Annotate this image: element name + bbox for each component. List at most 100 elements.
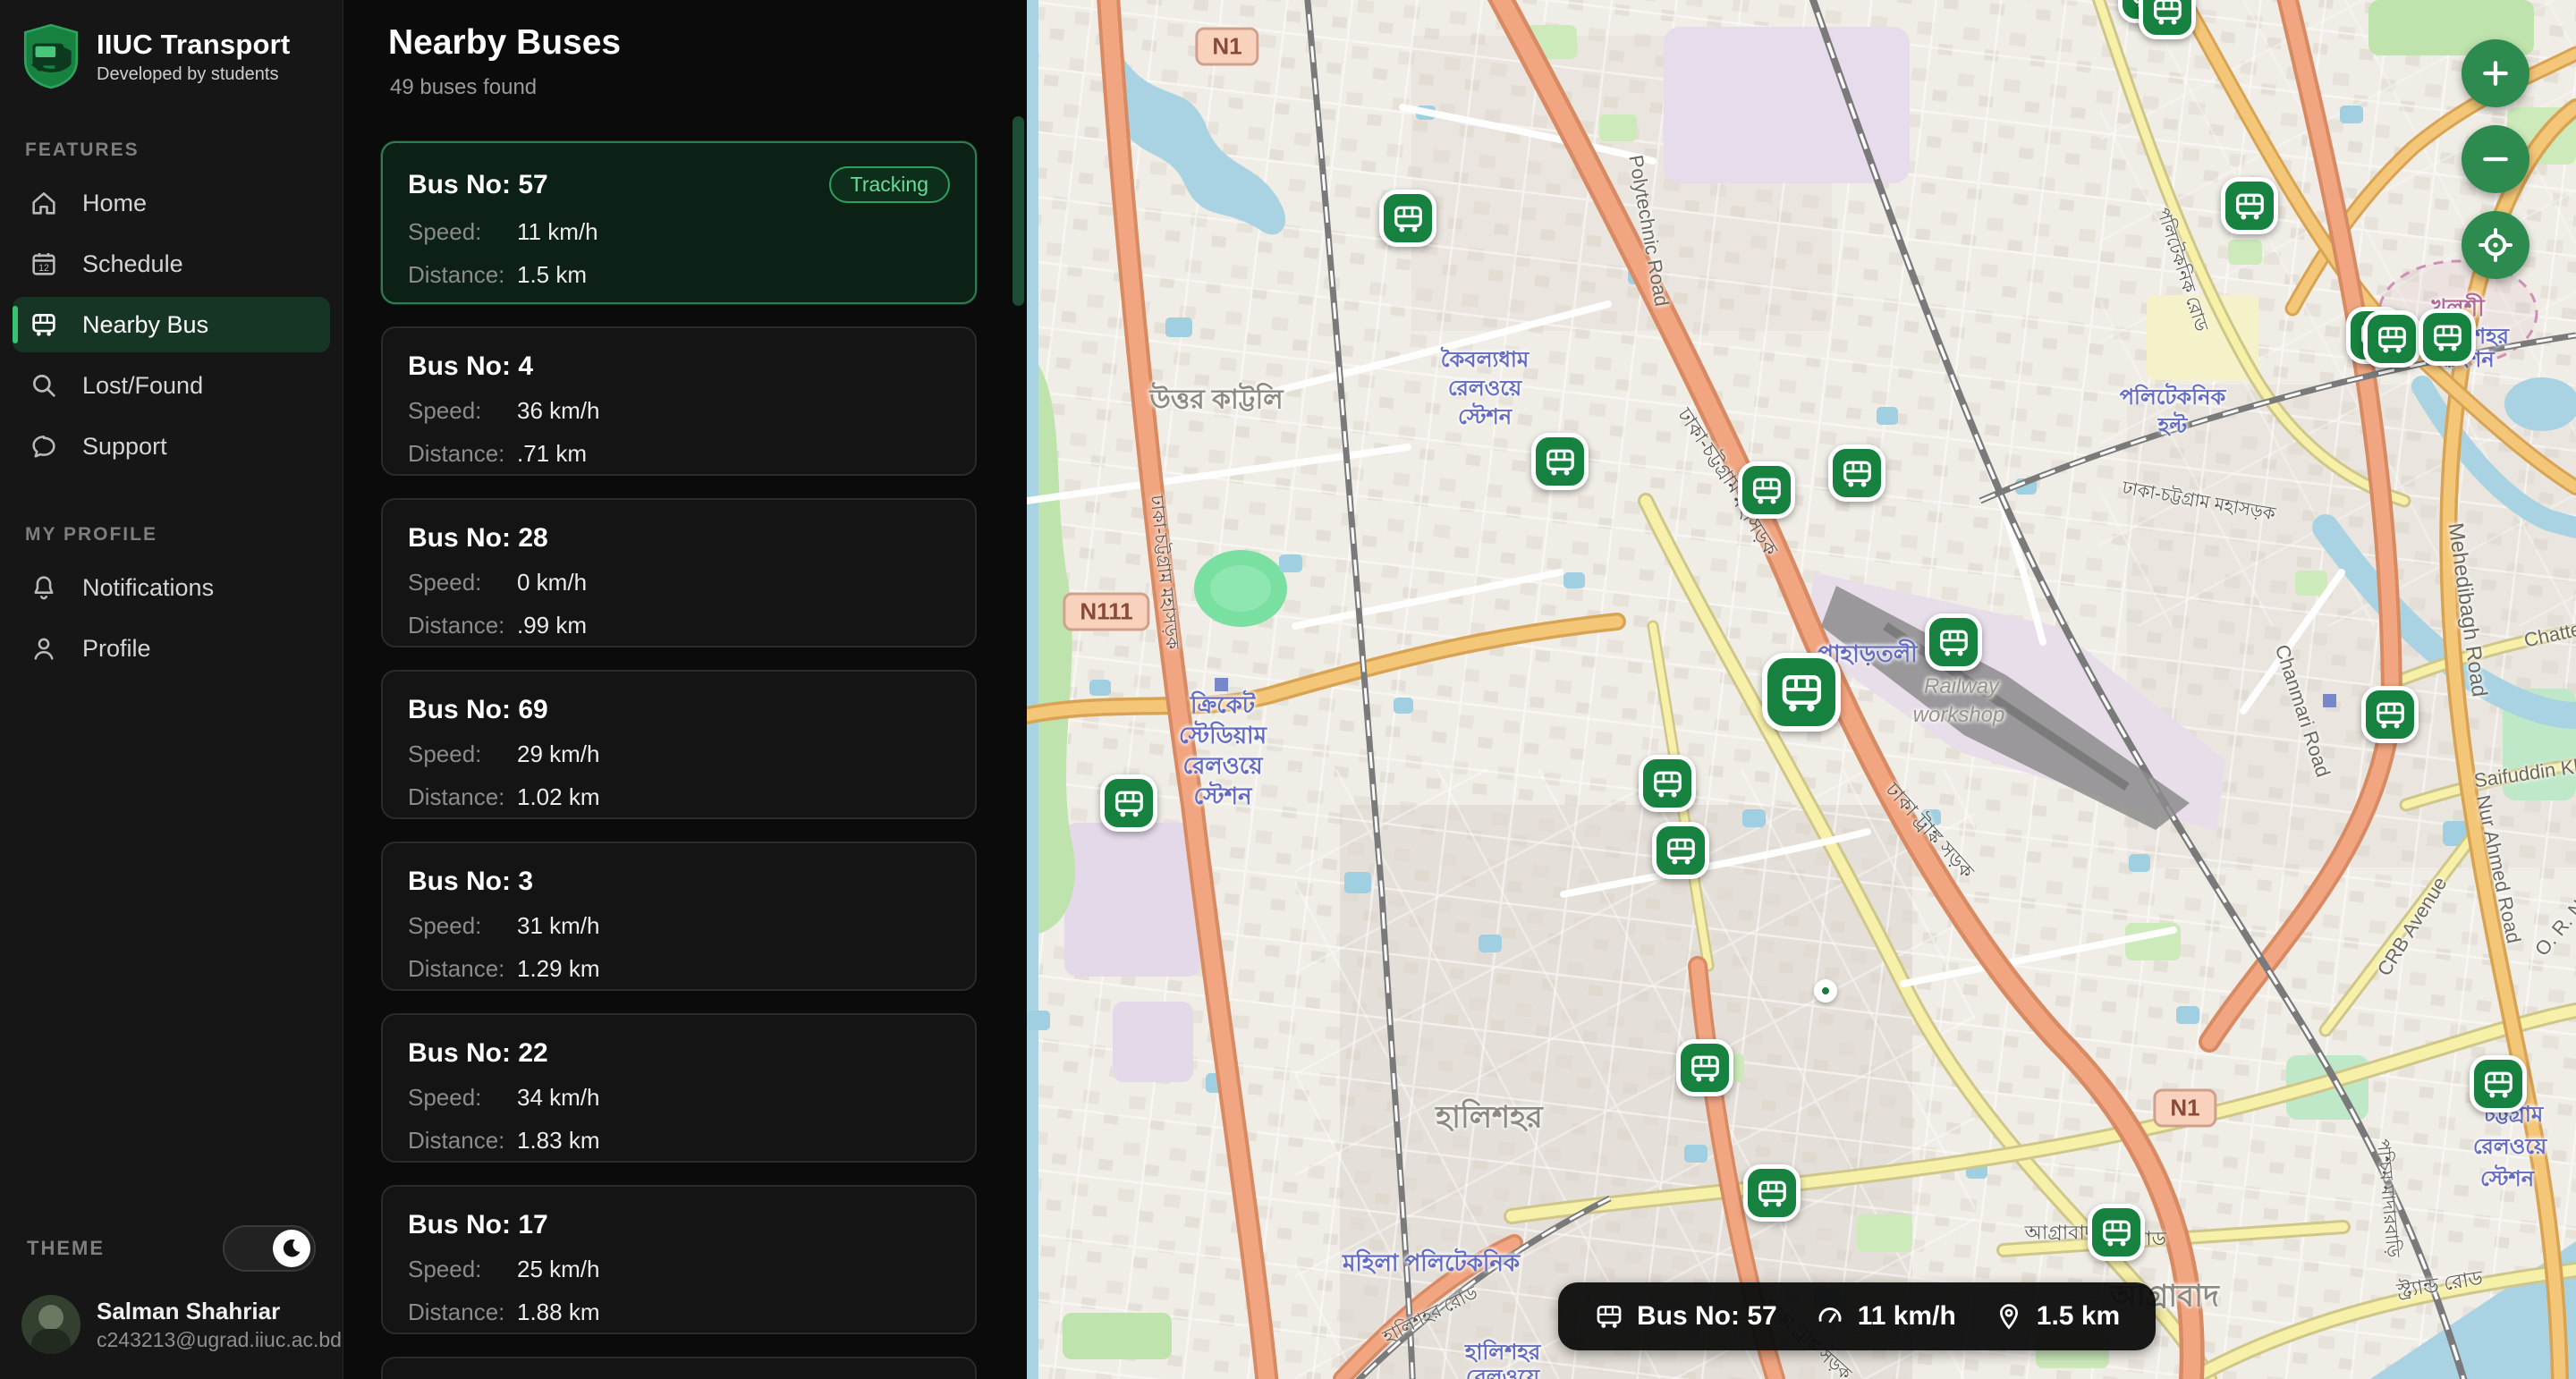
locate-icon (2478, 227, 2513, 263)
distance-label: Distance: (408, 612, 517, 639)
bus-marker[interactable] (2361, 686, 2419, 743)
sidebar-item-support[interactable]: Support (13, 419, 330, 474)
sidebar-item-notifications[interactable]: Notifications (13, 560, 330, 615)
status-bus-label: Bus No: 57 (1637, 1301, 1777, 1332)
sidebar-section-label: FEATURES (0, 98, 343, 170)
speed-label: Speed: (408, 569, 517, 596)
bus-card-4[interactable]: Bus No: 4Speed:36 km/hDistance:.71 km (381, 326, 977, 476)
bus-icon (1594, 1301, 1624, 1332)
sidebar-item-label: Nearby Bus (82, 311, 208, 339)
sidebar-item-nearby-bus[interactable]: Nearby Bus (13, 297, 330, 352)
speed-value: 34 km/h (517, 1084, 600, 1112)
bus-card-22[interactable]: Bus No: 22Speed:34 km/hDistance:1.83 km (381, 1013, 977, 1163)
tracking-badge: Tracking (829, 166, 950, 203)
speed-value: 31 km/h (517, 912, 600, 940)
bus-card-partial[interactable] (381, 1357, 977, 1379)
selected-bus-status-pill: Bus No: 57 11 km/h 1.5 km (1558, 1282, 2156, 1350)
theme-row: THEME (21, 1225, 321, 1295)
bus-card-list: Bus No: 57TrackingSpeed:11 km/hDistance:… (381, 141, 977, 1379)
shield-bus-logo (21, 23, 80, 89)
bus-card-3[interactable]: Bus No: 3Speed:31 km/hDistance:1.29 km (381, 842, 977, 991)
status-distance: 1.5 km (1994, 1301, 2120, 1332)
bus-marker[interactable] (1652, 822, 1709, 879)
sidebar-item-lost-found[interactable]: Lost/Found (13, 358, 330, 413)
distance-label: Distance: (408, 1127, 517, 1155)
bus-marker[interactable] (2363, 310, 2420, 368)
bus-marker[interactable] (2221, 177, 2278, 234)
status-bus: Bus No: 57 (1594, 1301, 1777, 1332)
distance-value: .71 km (517, 440, 587, 468)
app-subtitle: Developed by students (97, 64, 290, 85)
bus-number: Bus No: 69 (408, 695, 548, 725)
app-root: উত্তর কাট্টলিহালিশহরআগ্রাবাদখুলশীRailway… (0, 0, 2576, 1379)
user-name: Salman Shahriar (97, 1298, 342, 1325)
pin-icon (1994, 1301, 2024, 1332)
speed-label: Speed: (408, 1256, 517, 1283)
bus-number: Bus No: 4 (408, 351, 533, 382)
theme-toggle-knob (273, 1230, 310, 1267)
distance-value: .99 km (517, 612, 587, 639)
app-title: IIUC Transport (97, 29, 290, 61)
bus-card-57[interactable]: Bus No: 57TrackingSpeed:11 km/hDistance:… (381, 141, 977, 304)
map-controls (2462, 39, 2529, 279)
sidebar-section-label: MY PROFILE (0, 479, 343, 554)
sidebar-item-label: Profile (82, 635, 151, 663)
speedometer-icon (1815, 1301, 1845, 1332)
distance-value: 1.83 km (517, 1127, 600, 1155)
panel-scrollbar-thumb[interactable] (1013, 116, 1024, 306)
bus-marker[interactable] (2088, 1204, 2145, 1261)
bus-number: Bus No: 28 (408, 523, 548, 554)
svg-text:12: 12 (38, 263, 49, 274)
bus-marker[interactable] (1531, 433, 1589, 490)
distance-label: Distance: (408, 261, 517, 289)
locate-button[interactable] (2462, 211, 2529, 279)
distance-value: 1.29 km (517, 955, 600, 983)
bus-number: Bus No: 57 (408, 170, 548, 200)
tracked-bus-marker[interactable] (1762, 653, 1841, 732)
bus-marker[interactable] (1925, 613, 1982, 671)
user-profile-row[interactable]: Salman Shahriar c243213@ugrad.iiuc.ac.bd (21, 1295, 321, 1354)
distance-label: Distance: (408, 440, 517, 468)
sidebar-item-schedule[interactable]: 12 Schedule (13, 236, 330, 292)
bus-card-28[interactable]: Bus No: 28Speed:0 km/hDistance:.99 km (381, 498, 977, 647)
sidebar: IIUC Transport Developed by students FEA… (0, 0, 343, 1379)
theme-toggle[interactable] (223, 1225, 316, 1272)
brand: IIUC Transport Developed by students (0, 0, 343, 98)
bus-marker[interactable] (1828, 444, 1885, 502)
bus-number: Bus No: 17 (408, 1210, 548, 1240)
sidebar-nav: FEATURES Home 12 Schedule Nearby Bus Lost/Fou… (0, 98, 343, 676)
user-identity: Salman Shahriar c243213@ugrad.iiuc.ac.bd (97, 1298, 342, 1352)
bus-marker[interactable] (2470, 1055, 2527, 1113)
nearby-buses-panel: Nearby Buses 49 buses found Bus No: 57Tr… (343, 0, 1027, 1379)
sidebar-footer: THEME Salman Shahriar c243213@ugrad.iiuc… (0, 1209, 343, 1379)
sidebar-item-label: Schedule (82, 250, 183, 278)
sidebar-item-label: Home (82, 190, 147, 217)
bus-marker[interactable] (1100, 774, 1157, 832)
bus-card-17[interactable]: Bus No: 17Speed:25 km/hDistance:1.88 km (381, 1185, 977, 1334)
bus-marker[interactable] (1676, 1039, 1733, 1096)
bus-marker[interactable] (1743, 1164, 1801, 1222)
brand-text: IIUC Transport Developed by students (97, 29, 290, 85)
status-speed-value: 11 km/h (1858, 1301, 1956, 1332)
distance-value: 1.5 km (517, 261, 587, 289)
speed-value: 11 km/h (517, 218, 598, 246)
zoom-out-button[interactable] (2462, 125, 2529, 193)
plus-icon (2478, 55, 2513, 91)
user-email: c243213@ugrad.iiuc.ac.bd (97, 1328, 342, 1352)
distance-value: 1.02 km (517, 783, 600, 811)
zoom-in-button[interactable] (2462, 39, 2529, 107)
sidebar-item-profile[interactable]: Profile (13, 621, 330, 676)
bus-marker[interactable] (1738, 461, 1795, 519)
bus-marker[interactable] (1379, 190, 1436, 247)
avatar (21, 1295, 80, 1354)
sidebar-item-home[interactable]: Home (13, 175, 330, 231)
sidebar-item-label: Lost/Found (82, 372, 203, 400)
bus-card-69[interactable]: Bus No: 69Speed:29 km/hDistance:1.02 km (381, 670, 977, 819)
bus-marker[interactable] (1639, 755, 1696, 812)
bus-marker[interactable] (2139, 0, 2196, 39)
map-canvas[interactable]: উত্তর কাট্টলিহালিশহরআগ্রাবাদখুলশীRailway… (1027, 0, 2576, 1379)
bus-marker[interactable] (2419, 309, 2476, 366)
buses-found-count: 49 buses found (343, 63, 1027, 100)
status-distance-value: 1.5 km (2037, 1301, 2120, 1332)
route-shield-n1: N1 (1195, 28, 1258, 66)
